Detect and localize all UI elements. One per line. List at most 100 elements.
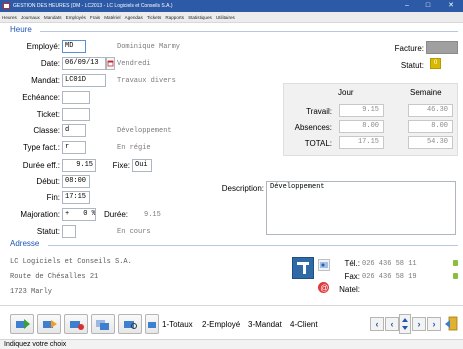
menu-rapports[interactable]: Rapports [163,12,184,23]
echeance-input[interactable] [62,91,90,104]
menu-utilitaires[interactable]: Utilitaires [214,12,235,23]
toolbar-divider [0,305,463,306]
close-button[interactable]: ✕ [443,0,459,12]
description-textarea[interactable]: Développement [266,181,456,235]
search-record-button[interactable] [118,314,142,334]
menu-heures[interactable]: Heures [0,12,17,23]
stats-absences-jour: 8.00 [339,120,384,133]
menu-journaux[interactable]: Journaux [19,12,40,23]
email-icon[interactable]: @ [318,282,329,293]
stats-total-jour: 17.15 [339,136,384,149]
ticket-input[interactable] [62,108,90,121]
statut-text: En cours [117,228,151,236]
mandat-name: Travaux divers [117,77,176,85]
last-record-button[interactable]: › [427,317,441,331]
type-fact-label: Type fact.: [23,143,60,152]
tel-label: Tél.: [344,259,360,268]
majoration-sign: + [65,210,70,218]
copy-record-button[interactable] [91,314,115,334]
debut-label: Début: [36,177,60,186]
debut-input[interactable]: 08:00 [62,175,90,188]
section-divider [40,31,458,32]
menu-materiel[interactable]: Matériel [102,12,120,23]
menu-statistiques[interactable]: Statistiques [186,12,212,23]
type-fact-code-input[interactable]: r [62,141,86,154]
duree-value: 9.15 [144,211,161,219]
menu-mandats[interactable]: Mandats [42,12,62,23]
minimize-button[interactable]: – [399,0,415,12]
up-down-spinner[interactable] [399,314,411,334]
calendar-icon[interactable] [106,57,115,70]
majoration-unit: % [91,210,96,218]
tel-value: 026 436 58 11 [362,260,417,268]
fin-label: Fin: [46,193,60,202]
app-icon [3,3,10,9]
section-divider [48,245,458,246]
fixe-input[interactable]: Oui [132,159,152,172]
prev-record-button[interactable]: ‹ [370,317,384,331]
classe-name: Développement [117,127,172,135]
description-label: Description: [221,184,264,193]
delete-record-button[interactable] [64,314,88,334]
fax-label: Fax: [344,272,360,281]
stats-absences-label: Absences: [294,123,332,132]
exit-icon[interactable] [444,315,459,333]
stats-absences-semaine: 8.00 [408,120,453,133]
date-label: Date: [40,59,60,68]
stats-col-semaine: Semaine [410,88,442,97]
new-record-button[interactable] [10,314,34,334]
status-bar: Indiquez votre choix [0,339,463,349]
ticket-label: Ticket: [36,110,60,119]
window-title: GESTION DES HEURES (DM - LC2013 - LC Log… [13,3,173,9]
print-button[interactable] [145,314,159,334]
next-record-button[interactable]: › [412,317,426,331]
contact-card-icon[interactable] [318,259,330,271]
duree-label: Durée: [103,210,128,219]
duree-eff-label: Durée eff.: [22,161,60,170]
majoration-input[interactable]: + 0 % [62,208,96,221]
stats-panel: Jour Semaine Travail: 9.15 46.30 Absence… [283,83,458,156]
stats-total-semaine: 54.30 [408,136,453,149]
majoration-label: Majoration: [20,210,60,219]
mandat-code-input[interactable]: LC01D [62,74,106,87]
menu-tickets[interactable]: Tickets [145,12,161,23]
section-title-adresse: Adresse [10,239,40,248]
map-icon[interactable] [292,257,314,279]
statut-badge: 0 [430,58,441,69]
menu-agendas[interactable]: Agendas [123,12,143,23]
totaux-button[interactable]: 1-Totaux [162,318,193,332]
menu-bar: Heures Journaux Mandats Employés Frais M… [0,12,463,23]
statut-right-label: Statut: [400,61,424,70]
employe-name: Dominique Marmy [117,43,181,51]
majoration-value: 0 [83,210,88,218]
stats-total-label: TOTAL: [304,139,332,148]
svg-text:@: @ [320,284,328,293]
mandat-button[interactable]: 3-Mandat [248,318,282,332]
duree-eff-input[interactable]: 9.15 [62,159,96,172]
employe-label: Employé: [26,42,60,51]
classe-code-input[interactable]: d [62,124,86,137]
section-title-heure: Heure [10,25,32,34]
employe-button[interactable]: 2-Employé [202,318,240,332]
statut-label: Statut: [36,227,60,236]
stats-col-jour: Jour [338,88,354,97]
edit-record-button[interactable] [37,314,61,334]
stats-travail-jour: 9.15 [339,104,384,117]
title-bar: GESTION DES HEURES (DM - LC2013 - LC Log… [0,0,463,12]
date-weekday: Vendredi [117,60,151,68]
menu-frais[interactable]: Frais [88,12,100,23]
mandat-label: Mandat: [31,76,60,85]
employe-code-input[interactable]: MD [62,40,86,53]
phone-icon[interactable] [452,259,459,267]
first-record-button[interactable]: ‹ [385,317,399,331]
client-button[interactable]: 4-Client [290,318,318,332]
menu-employes[interactable]: Employés [64,12,86,23]
maximize-button[interactable]: □ [420,0,436,12]
facture-field [426,41,458,54]
natel-label: Natel: [339,285,360,294]
date-input[interactable]: 06/09/13 [62,57,106,70]
phone-icon[interactable] [452,272,459,280]
stats-travail-semaine: 46.30 [408,104,453,117]
statut-input[interactable] [62,225,76,238]
fin-input[interactable]: 17:15 [62,191,90,204]
